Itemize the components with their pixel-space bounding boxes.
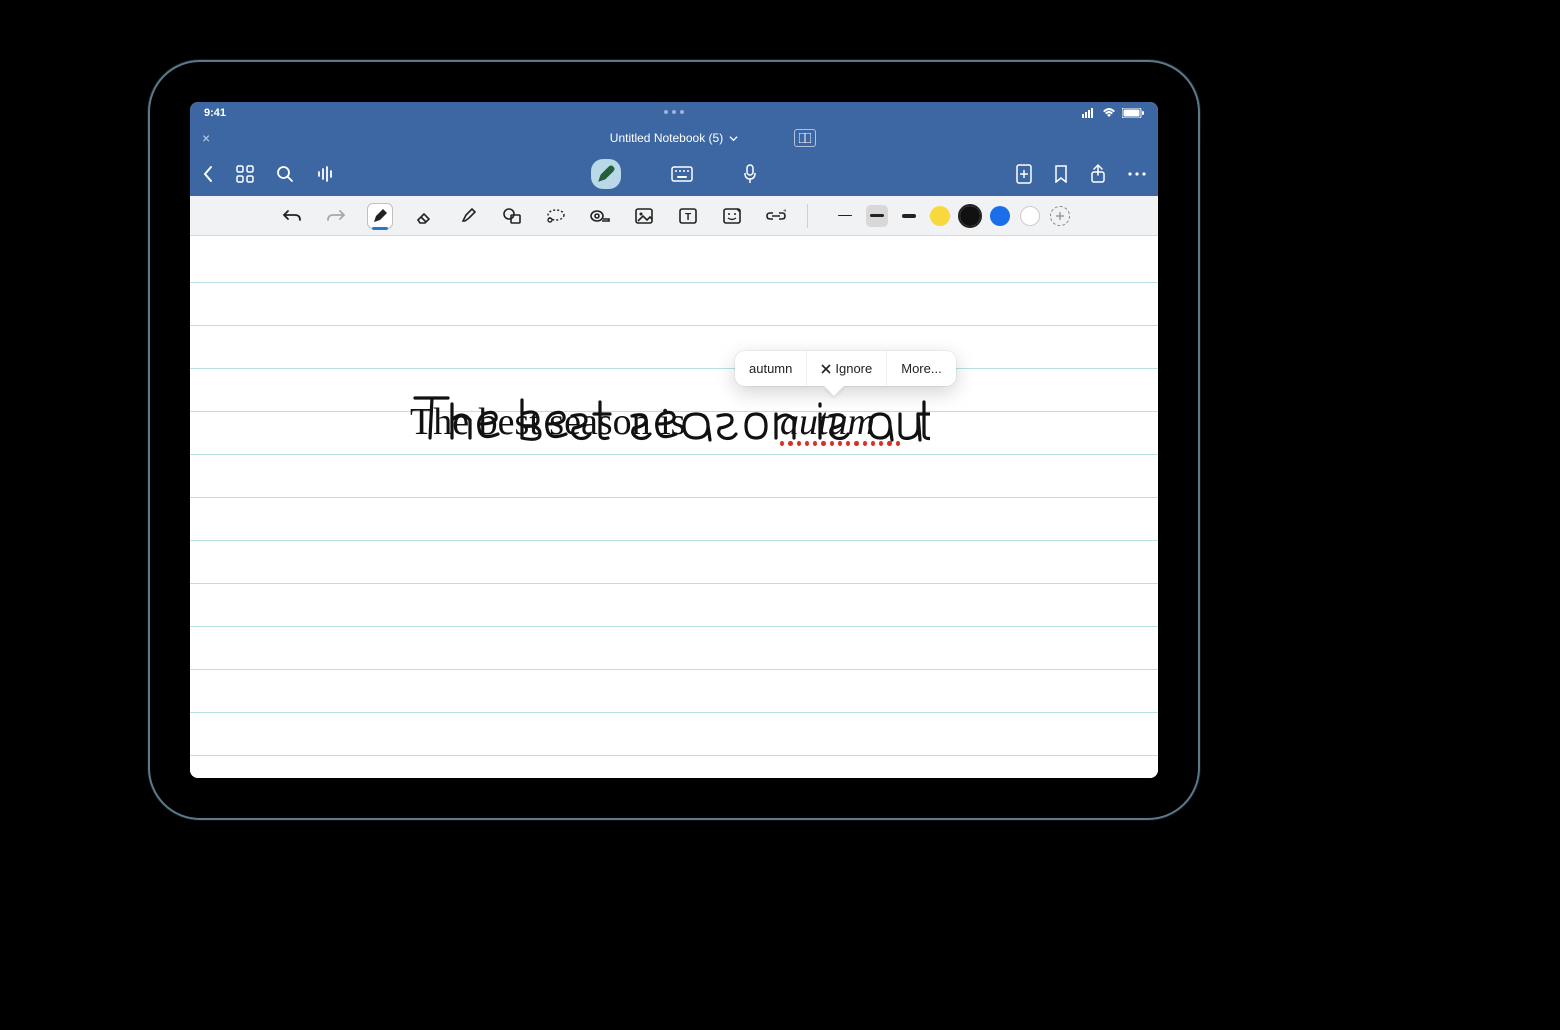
svg-text:+: + (783, 209, 786, 215)
search-button[interactable] (276, 165, 294, 183)
spellcheck-suggestion-button[interactable]: autumn (735, 351, 807, 386)
highlighter-tool-button[interactable] (455, 203, 481, 229)
microphone-button[interactable] (743, 164, 757, 184)
close-icon (821, 364, 831, 374)
lasso-tool-button[interactable] (543, 203, 569, 229)
pen-mode-button[interactable] (591, 159, 621, 189)
stroke-thick-button[interactable] (898, 205, 920, 227)
handwriting-overlay: The best season is (410, 401, 685, 443)
spellcheck-ignore-button[interactable]: Ignore (807, 351, 887, 386)
audio-button[interactable] (316, 165, 334, 183)
back-button[interactable] (202, 165, 214, 183)
color-picker-button[interactable] (1050, 206, 1070, 226)
link-tool-button[interactable]: + (763, 203, 789, 229)
signal-icon (1082, 108, 1096, 118)
tape-tool-button[interactable] (587, 203, 613, 229)
spellcheck-popover: autumn Ignore More... (735, 351, 956, 386)
redo-button[interactable] (323, 203, 349, 229)
nav-bar (190, 152, 1158, 196)
toolbar-separator (807, 204, 808, 228)
color-white-swatch[interactable] (1020, 206, 1040, 226)
ignore-text: Ignore (835, 361, 872, 376)
undo-button[interactable] (279, 203, 305, 229)
split-view-icon (799, 133, 811, 143)
eraser-tool-button[interactable] (411, 203, 437, 229)
bookmark-button[interactable] (1054, 165, 1068, 183)
color-blue-swatch[interactable] (990, 206, 1010, 226)
shapes-tool-button[interactable] (499, 203, 525, 229)
image-tool-button[interactable] (631, 203, 657, 229)
notebook-title-button[interactable]: Untitled Notebook (5) (610, 131, 738, 145)
more-text: More... (901, 361, 941, 376)
svg-text:T: T (684, 212, 690, 223)
svg-text:autum: autum (780, 401, 875, 443)
screen: 9:41 × Untitled Notebook (5) (190, 102, 1158, 778)
title-bar: × Untitled Notebook (5) (190, 124, 1158, 152)
keyboard-mode-button[interactable] (671, 166, 693, 182)
stroke-thin-button[interactable] (834, 205, 856, 227)
note-canvas[interactable]: The best season is autum autumn Ignore M… (190, 236, 1158, 778)
plus-icon (1055, 211, 1065, 221)
tool-toolbar: T + (190, 196, 1158, 236)
chevron-down-icon (729, 134, 738, 143)
wifi-icon (1102, 108, 1116, 118)
text-tool-button[interactable]: T (675, 203, 701, 229)
multitask-dots-icon[interactable] (664, 110, 684, 114)
sticker-tool-button[interactable] (719, 203, 745, 229)
grid-view-button[interactable] (236, 165, 254, 183)
spellcheck-underline[interactable] (780, 441, 900, 447)
split-view-button[interactable] (794, 129, 816, 147)
share-button[interactable] (1090, 164, 1106, 184)
pen-icon (596, 164, 616, 184)
pen-tool-button[interactable] (367, 203, 393, 229)
color-black-swatch[interactable] (960, 206, 980, 226)
stroke-medium-button[interactable] (866, 205, 888, 227)
ipad-device-frame: 9:41 × Untitled Notebook (5) (148, 60, 1200, 820)
more-button[interactable] (1128, 172, 1146, 176)
close-button[interactable]: × (202, 130, 210, 146)
battery-icon (1122, 108, 1144, 118)
spellcheck-more-button[interactable]: More... (887, 351, 955, 386)
color-yellow-swatch[interactable] (930, 206, 950, 226)
suggestion-text: autumn (749, 361, 792, 376)
add-page-button[interactable] (1016, 164, 1032, 184)
status-time: 9:41 (204, 107, 226, 119)
notebook-title: Untitled Notebook (5) (610, 131, 723, 145)
